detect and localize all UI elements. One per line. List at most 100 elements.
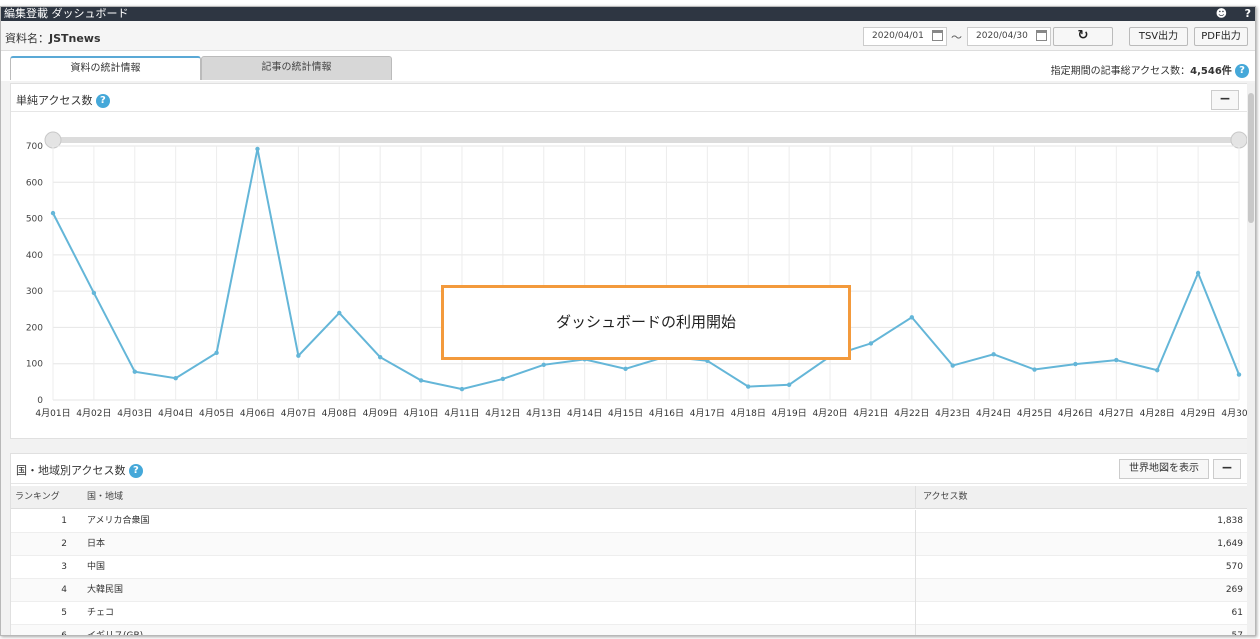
scrollbar-thumb[interactable]: [1248, 93, 1254, 223]
rank-cell: 6: [61, 631, 67, 636]
calendar-icon[interactable]: [932, 30, 943, 41]
x-tick-label: 4月29日: [1181, 408, 1216, 419]
table-row[interactable]: 3 中国 570: [11, 556, 1249, 579]
y-tick-label: 400: [26, 251, 43, 261]
data-point: [786, 382, 792, 387]
help-icon[interactable]: ?: [1245, 7, 1251, 20]
x-tick-label: 4月18日: [731, 408, 766, 419]
data-point: [91, 290, 97, 296]
y-tick-label: 0: [37, 396, 43, 406]
column-divider: [915, 579, 916, 602]
column-header-rank[interactable]: ランキング: [15, 486, 85, 509]
x-tick-label: 4月23日: [935, 408, 970, 419]
tab-article-stats[interactable]: 記事の統計情報: [201, 56, 392, 80]
access-chart-panel: 0 100 200 300 400 500 600 700 4月01日 4月02日 4月03日 4月0…: [10, 83, 1249, 439]
data-point: [1114, 357, 1119, 363]
x-tick-label: 4月13日: [526, 408, 561, 419]
data-point: [541, 362, 546, 368]
table-header-row: ランキング 国・地域 アクセス数: [11, 486, 1249, 509]
table-row[interactable]: 4 大韓民国 269: [11, 579, 1249, 602]
x-tick-label: 4月06日: [240, 408, 275, 419]
x-tick-label: 4月04日: [158, 408, 193, 419]
help-icon[interactable]: ?: [1235, 64, 1249, 78]
rank-cell: 5: [61, 608, 67, 618]
pdf-export-button[interactable]: PDF出力: [1194, 27, 1248, 46]
column-divider: [915, 486, 916, 509]
data-point: [991, 352, 996, 357]
data-point: [1195, 270, 1201, 276]
access-cell: 57: [1231, 631, 1243, 636]
country-cell: 大韓民国: [87, 585, 124, 595]
data-point: [1155, 368, 1160, 373]
tab-bar: 資料の統計情報 記事の統計情報 指定期間の記事総アクセス数：4,546件 ?: [1, 51, 1255, 81]
refresh-button[interactable]: ↻: [1053, 27, 1113, 46]
help-icon[interactable]: ?: [95, 94, 110, 108]
x-tick-label: 4月25日: [1017, 408, 1052, 419]
x-tick-label: 4月03日: [117, 408, 152, 419]
toolbar: 資料名：JSTnews 2020/04/01 ～ 2020/04/30 ↻ TS…: [1, 21, 1255, 51]
panel-title: 国・地域別アクセス数 ?: [16, 462, 143, 478]
column-divider: [915, 533, 916, 556]
y-tick-label: 100: [26, 360, 43, 370]
collapse-button[interactable]: −: [1211, 90, 1239, 110]
access-cell: 570: [1225, 562, 1243, 572]
total-access-summary: 指定期間の記事総アクセス数：4,546件 ?: [1051, 62, 1249, 78]
total-access-label: 指定期間の記事総アクセス数：: [1050, 66, 1191, 77]
access-line-chart: 0 100 200 300 400 500 600 700 4月01日 4月02日 4月03日 4月0…: [26, 131, 1249, 419]
rank-cell: 3: [61, 562, 67, 572]
data-point: [173, 376, 178, 381]
data-point: [1073, 361, 1078, 367]
document-value: JSTnews: [49, 32, 101, 45]
x-tick-label: 4月20日: [812, 408, 847, 419]
data-point: [623, 366, 628, 371]
window-title: 編集登載 ダッシュボード: [4, 7, 129, 20]
show-world-map-button[interactable]: 世界地図を表示: [1119, 459, 1209, 479]
tsv-export-button[interactable]: TSV出力: [1129, 27, 1188, 46]
title-bar: 編集登載 ダッシュボード ☻ ?: [1, 7, 1255, 21]
data-point: [1032, 367, 1037, 372]
data-point: [377, 354, 383, 360]
table-row[interactable]: 6 イギリス(GB) 57: [11, 625, 1249, 636]
column-divider: [915, 510, 916, 533]
vertical-scrollbar[interactable]: [1247, 83, 1255, 635]
x-tick-label: 4月12日: [485, 408, 520, 419]
user-icon[interactable]: ☻: [1216, 7, 1227, 20]
x-tick-label: 4月05日: [199, 408, 234, 419]
range-separator: ～: [951, 31, 962, 44]
access-cell: 1,649: [1217, 539, 1243, 549]
data-point: [214, 350, 219, 356]
data-point: [500, 376, 506, 382]
y-tick-label: 700: [26, 142, 43, 152]
document-name: 資料名：JSTnews: [5, 30, 101, 46]
country-cell: 日本: [87, 539, 106, 549]
panel-header: 国・地域別アクセス数 ? 世界地図を表示 −: [11, 454, 1247, 484]
x-tick-label: 4月21日: [853, 408, 888, 419]
country-cell: アメリカ合衆国: [87, 516, 150, 526]
country-cell: チェコ: [87, 608, 115, 618]
access-cell: 1,838: [1217, 516, 1243, 526]
data-point: [418, 378, 424, 383]
help-icon[interactable]: ?: [128, 464, 143, 478]
collapse-button[interactable]: −: [1213, 459, 1241, 479]
rank-cell: 1: [61, 516, 67, 526]
column-header-access[interactable]: アクセス数: [923, 486, 968, 509]
column-divider: [915, 556, 916, 579]
access-cell: 269: [1225, 585, 1243, 595]
table-row[interactable]: 5 チェコ 61: [11, 602, 1249, 625]
tab-document-stats[interactable]: 資料の統計情報: [10, 56, 201, 80]
data-point: [950, 363, 955, 368]
x-tick-label: 4月11日: [444, 408, 479, 419]
calendar-icon[interactable]: [1036, 30, 1047, 41]
table-row[interactable]: 1 アメリカ合衆国 1,838: [11, 510, 1249, 533]
data-point: [746, 384, 751, 389]
x-tick-label: 4月24日: [976, 408, 1011, 419]
column-divider: [915, 625, 916, 635]
data-point: [255, 146, 260, 152]
data-point: [337, 310, 342, 316]
x-tick-label: 4月19日: [772, 408, 807, 419]
dashboard-window: 編集登載 ダッシュボード ☻ ? 資料名：JSTnews 2020/04/01 …: [0, 6, 1256, 636]
region-access-panel: 国・地域別アクセス数 ? 世界地図を表示 − ランキング 国・地域 アクセス数 …: [10, 453, 1249, 636]
x-tick-label: 4月28日: [1140, 408, 1175, 419]
table-row[interactable]: 2 日本 1,649: [11, 533, 1249, 556]
column-header-country[interactable]: 国・地域: [87, 486, 123, 509]
